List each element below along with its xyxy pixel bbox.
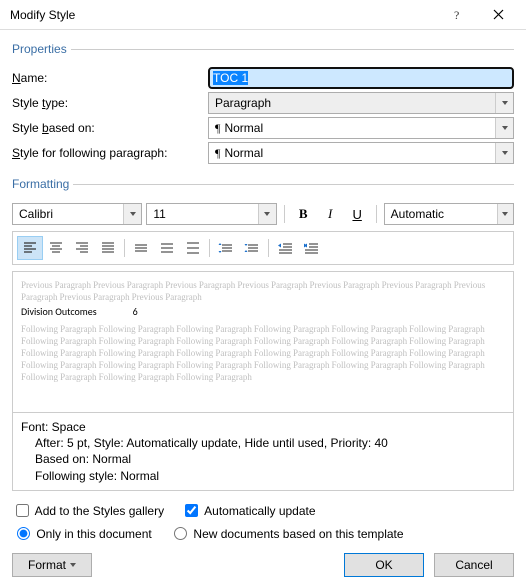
styletype-value: Paragraph [209,96,495,110]
add-gallery-checkbox[interactable]: Add to the Styles gallery [12,504,164,518]
line-spacing-1-5-button[interactable] [154,236,180,260]
radio-row: Only in this document New documents base… [12,524,514,541]
style-description: Font: Space After: 5 pt, Style: Automati… [12,413,514,491]
desc-line4: Following style: Normal [21,468,505,484]
decrease-para-spacing-button[interactable] [239,236,265,260]
titlebar: Modify Style ? [0,0,526,30]
align-center-button[interactable] [43,236,69,260]
font-color-value: Automatic [385,207,497,221]
footer: Format OK Cancel [12,551,514,577]
basedon-label: Style based on: [12,121,202,135]
format-button[interactable]: Format [12,553,92,577]
size-value: 11 [147,207,257,221]
basedon-value: ¶Normal [209,121,495,136]
increase-indent-button[interactable] [298,236,324,260]
ok-button[interactable]: OK [344,553,424,577]
basedon-combo[interactable]: ¶Normal [208,117,514,139]
chevron-down-icon[interactable] [495,143,513,163]
following-label: Style for following paragraph: [12,146,202,160]
preview-sample: Division Outcomes 6 [21,305,505,319]
formatting-group: Formatting Calibri 11 B I U Automatic [12,177,514,491]
align-justify-button[interactable] [95,236,121,260]
font-combo[interactable]: Calibri [12,203,142,225]
chevron-down-icon[interactable] [123,204,141,224]
properties-legend: Properties [12,42,71,56]
name-input[interactable] [208,67,514,89]
align-right-button[interactable] [69,236,95,260]
chevron-down-icon [70,563,76,567]
font-color-combo[interactable]: Automatic [384,203,514,225]
desc-line2: After: 5 pt, Style: Automatically update… [21,435,505,451]
window-title: Modify Style [10,8,438,22]
divider [209,239,210,257]
styletype-label: Style type: [12,96,202,110]
styletype-combo: Paragraph [208,92,514,114]
chevron-down-icon[interactable] [495,118,513,138]
size-combo[interactable]: 11 [146,203,276,225]
line-spacing-1-button[interactable] [128,236,154,260]
properties-group: Properties Name: Style type: Paragraph S… [12,42,514,167]
close-button[interactable] [478,1,518,29]
formatting-legend: Formatting [12,177,73,191]
svg-text:?: ? [454,9,459,21]
chevron-down-icon [495,93,513,113]
auto-update-checkbox[interactable]: Automatically update [181,504,315,518]
desc-line3: Based on: Normal [21,451,505,467]
preview-sample-text: Division Outcomes [21,305,97,319]
help-button[interactable]: ? [438,1,478,29]
preview-sample-num: 6 [133,305,138,319]
preview-pane: Previous Paragraph Previous Paragraph Pr… [12,271,514,413]
italic-button[interactable]: I [319,203,342,225]
font-value: Calibri [13,207,123,221]
checkbox-row: Add to the Styles gallery Automatically … [12,501,514,520]
cancel-button[interactable]: Cancel [434,553,514,577]
align-left-button[interactable] [17,236,43,260]
underline-button[interactable]: U [346,203,369,225]
preview-following-text: Following Paragraph Following Paragraph … [21,323,505,384]
following-value: ¶Normal [209,146,495,161]
chevron-down-icon[interactable] [497,204,513,224]
desc-line1: Font: Space [21,419,505,435]
chevron-down-icon[interactable] [258,204,276,224]
divider [284,205,285,223]
name-label: Name: [12,71,202,85]
increase-para-spacing-button[interactable] [213,236,239,260]
following-combo[interactable]: ¶Normal [208,142,514,164]
preview-prev-text: Previous Paragraph Previous Paragraph Pr… [21,279,505,303]
divider [124,239,125,257]
divider [376,205,377,223]
bold-button[interactable]: B [292,203,315,225]
divider [268,239,269,257]
paragraph-toolbar [12,231,514,265]
line-spacing-2-button[interactable] [180,236,206,260]
decrease-indent-button[interactable] [272,236,298,260]
